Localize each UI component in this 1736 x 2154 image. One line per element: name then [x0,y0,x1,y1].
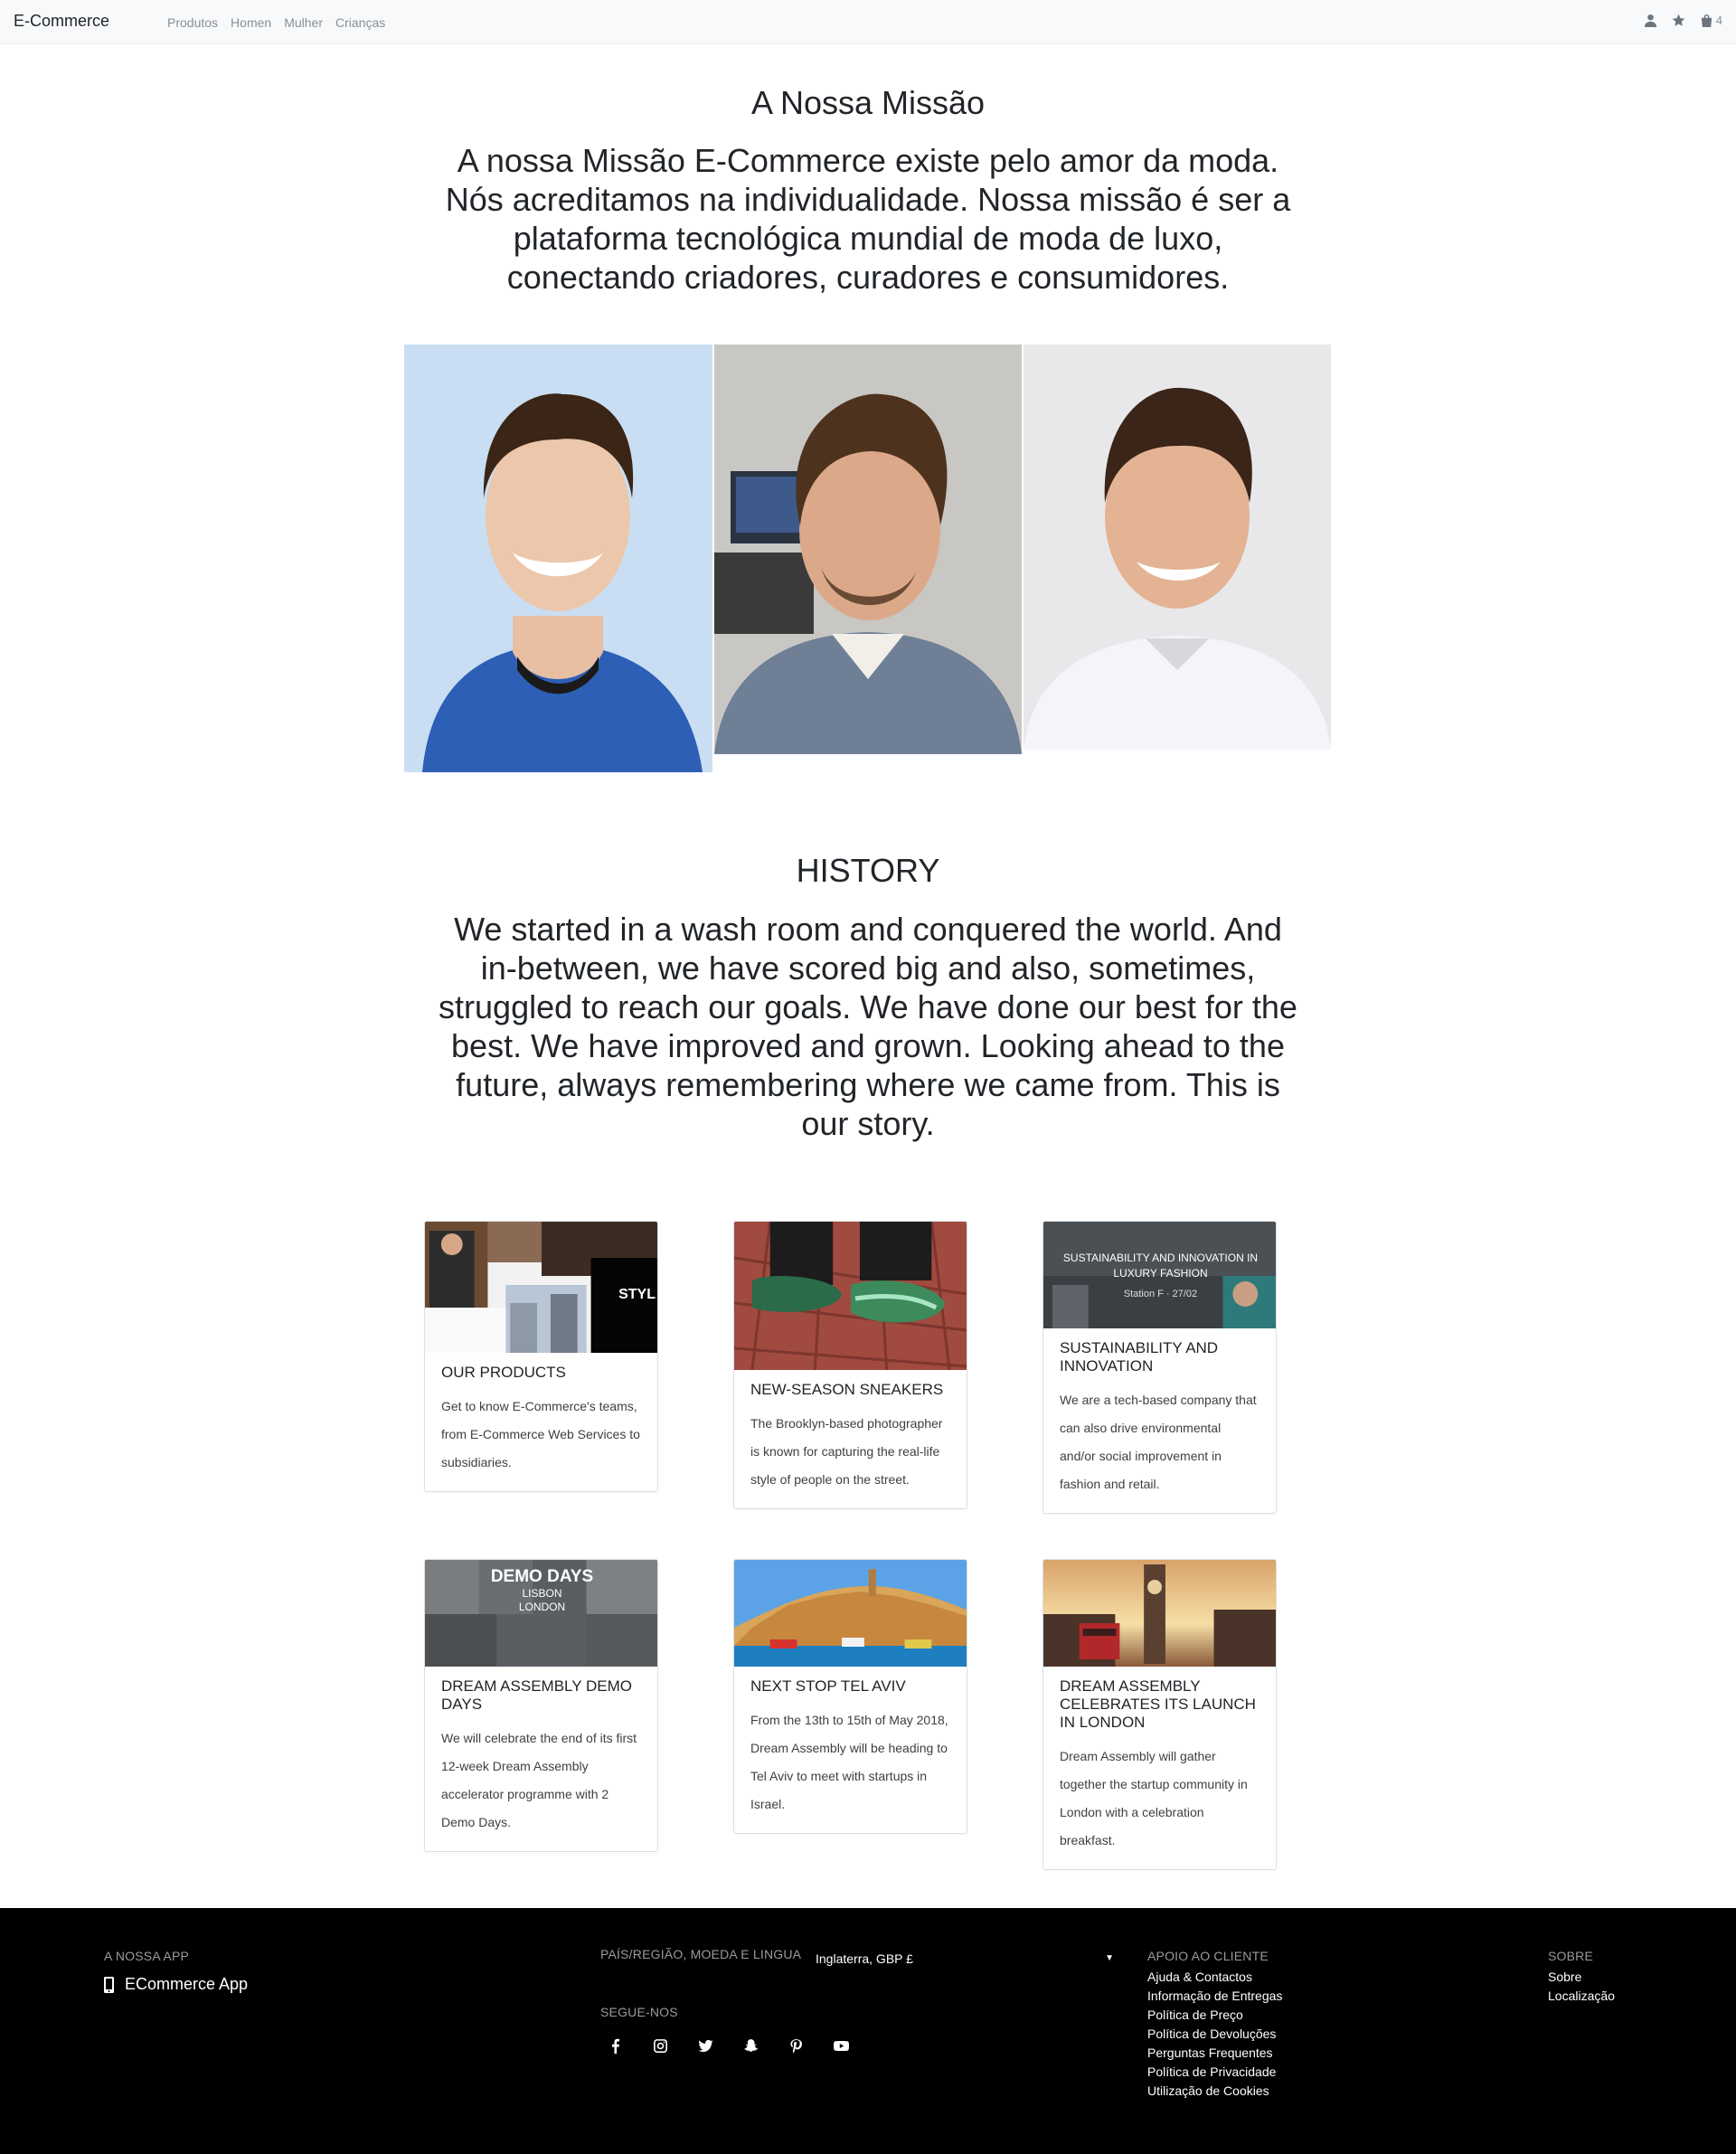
card-title: OUR PRODUCTS [441,1364,566,1381]
card-image-london [1043,1560,1276,1667]
team-photo-3 [1024,345,1331,750]
footer-region-heading: PAÍS/REGIÃO, MOEDA E LINGUA [600,1947,802,1961]
nav-icons: 4 [1644,14,1722,27]
mission-text: A nossa Missão E-Commerce existe pelo am… [445,142,1291,296]
history-title: HISTORY [796,852,940,889]
support-link-ajuda[interactable]: Ajuda & Contactos [1147,1968,1282,1987]
shopping-bag-icon [1700,14,1713,27]
nav-link-homen[interactable]: Homen [231,15,271,30]
region-value: Inglaterra, GBP £ [816,1951,913,1966]
brand-logo[interactable]: E-Commerce [14,12,109,31]
mobile-phone-icon [104,1976,114,1993]
footer-app-heading: A NOSSA APP [104,1949,190,1963]
card-title: DREAM ASSEMBLY DEMO DAYS [441,1677,632,1713]
card-our-products[interactable]: STYL OUR PRODUCTS Get to know E-Commerce… [424,1221,658,1492]
support-link-preco[interactable]: Política de Preço [1147,2006,1282,2025]
support-link-faq[interactable]: Perguntas Frequentes [1147,2044,1282,2063]
region-select[interactable]: Inglaterra, GBP £ ▼ [816,1951,1123,1966]
twitter-icon[interactable] [698,2038,713,2054]
caret-down-icon: ▼ [1105,1953,1114,1963]
card-body: NEW-SEASON SNEAKERS The Brooklyn-based p… [734,1370,967,1508]
support-link-privacidade[interactable]: Política de Privacidade [1147,2063,1282,2082]
facebook-icon[interactable] [608,2038,623,2054]
card-london-launch[interactable]: DREAM ASSEMBLY CELEBRATES ITS LAUNCH IN … [1043,1559,1277,1870]
card-image-text: DEMO DAYS [490,1567,594,1586]
support-link-devolucoes[interactable]: Política de Devoluções [1147,2025,1282,2044]
card-image-subtext: Station F · 27/02 [1123,1289,1198,1299]
card-text: From the 13th to 15th of May 2018, Dream… [750,1713,948,1811]
team-photo-1 [404,345,712,772]
snapchat-icon[interactable] [743,2038,759,2054]
youtube-icon[interactable] [834,2038,849,2054]
card-image-subtext: LISBON [522,1587,562,1600]
instagram-icon[interactable] [653,2038,668,2054]
footer-about-heading: SOBRE [1548,1949,1594,1963]
card-image-our-products: STYL [425,1222,657,1353]
card-text: We are a tech-based company that can als… [1060,1393,1257,1491]
card-text: Dream Assembly will gather together the … [1060,1749,1248,1847]
card-image-tel-aviv [734,1560,967,1667]
card-image-text: SUSTAINABILITY AND INNOVATION IN LUXURY … [1062,1252,1259,1280]
history-text: We started in a wash room and conquered … [439,911,1297,1142]
footer-social-heading: SEGUE-NOS [600,2005,678,2019]
card-body: DREAM ASSEMBLY DEMO DAYS We will celebra… [425,1667,657,1851]
team-photo-2 [714,345,1022,754]
footer-about-links: Sobre Localização [1548,1968,1615,2006]
about-link-sobre[interactable]: Sobre [1548,1968,1615,1987]
social-links [608,2038,849,2054]
pinterest-icon[interactable] [788,2038,804,2054]
footer-support-heading: APOIO AO CLIENTE [1147,1949,1269,1963]
card-image-demo-days: DEMO DAYS LISBON LONDON [425,1560,657,1667]
card-title: NEXT STOP TEL AVIV [750,1677,906,1695]
app-label: ECommerce App [125,1975,249,1993]
nav-link-produtos[interactable]: Produtos [167,15,218,30]
card-title: NEW-SEASON SNEAKERS [750,1381,944,1398]
star-icon[interactable] [1672,14,1685,27]
card-body: SUSTAINABILITY AND INNOVATION We are a t… [1043,1328,1276,1513]
card-body: DREAM ASSEMBLY CELEBRATES ITS LAUNCH IN … [1043,1667,1276,1869]
card-body: NEXT STOP TEL AVIV From the 13th to 15th… [734,1667,967,1833]
card-sustainability[interactable]: SUSTAINABILITY AND INNOVATION IN LUXURY … [1043,1221,1277,1514]
card-tel-aviv[interactable]: NEXT STOP TEL AVIV From the 13th to 15th… [733,1559,967,1834]
cart-button[interactable]: 4 [1700,14,1722,27]
support-link-cookies[interactable]: Utilização de Cookies [1147,2082,1282,2101]
card-text: The Brooklyn-based photographer is known… [750,1416,943,1487]
navbar: E-Commerce Produtos Homen Mulher Criança… [0,0,1736,44]
card-text: We will celebrate the end of its first 1… [441,1731,637,1829]
nav-link-mulher[interactable]: Mulher [284,15,323,30]
cart-count: 4 [1715,14,1722,27]
user-icon[interactable] [1644,14,1657,27]
nav-links: Produtos Homen Mulher Crianças [167,15,385,30]
support-link-entregas[interactable]: Informação de Entregas [1147,1987,1282,2006]
about-link-localizacao[interactable]: Localização [1548,1987,1615,2006]
card-image-text: STYL [618,1287,656,1302]
app-link[interactable]: ECommerce App [104,1975,248,1994]
card-image-subtext-2: LONDON [518,1601,566,1613]
footer: A NOSSA APP ECommerce App PAÍS/REGIÃO, M… [0,1908,1736,2154]
card-image-sneakers [734,1222,967,1370]
mission-title: A Nossa Missão [750,84,986,121]
card-title: SUSTAINABILITY AND INNOVATION [1060,1339,1219,1375]
card-image-sustainability: SUSTAINABILITY AND INNOVATION IN LUXURY … [1043,1222,1276,1328]
footer-support-links: Ajuda & Contactos Informação de Entregas… [1147,1968,1282,2101]
card-title: DREAM ASSEMBLY CELEBRATES ITS LAUNCH IN … [1060,1677,1256,1731]
card-text: Get to know E-Commerce's teams, from E-C… [441,1399,640,1469]
nav-link-criancas[interactable]: Crianças [335,15,385,30]
card-new-season-sneakers[interactable]: NEW-SEASON SNEAKERS The Brooklyn-based p… [733,1221,967,1509]
card-body: OUR PRODUCTS Get to know E-Commerce's te… [425,1353,657,1491]
card-demo-days[interactable]: DEMO DAYS LISBON LONDON DREAM ASSEMBLY D… [424,1559,658,1852]
